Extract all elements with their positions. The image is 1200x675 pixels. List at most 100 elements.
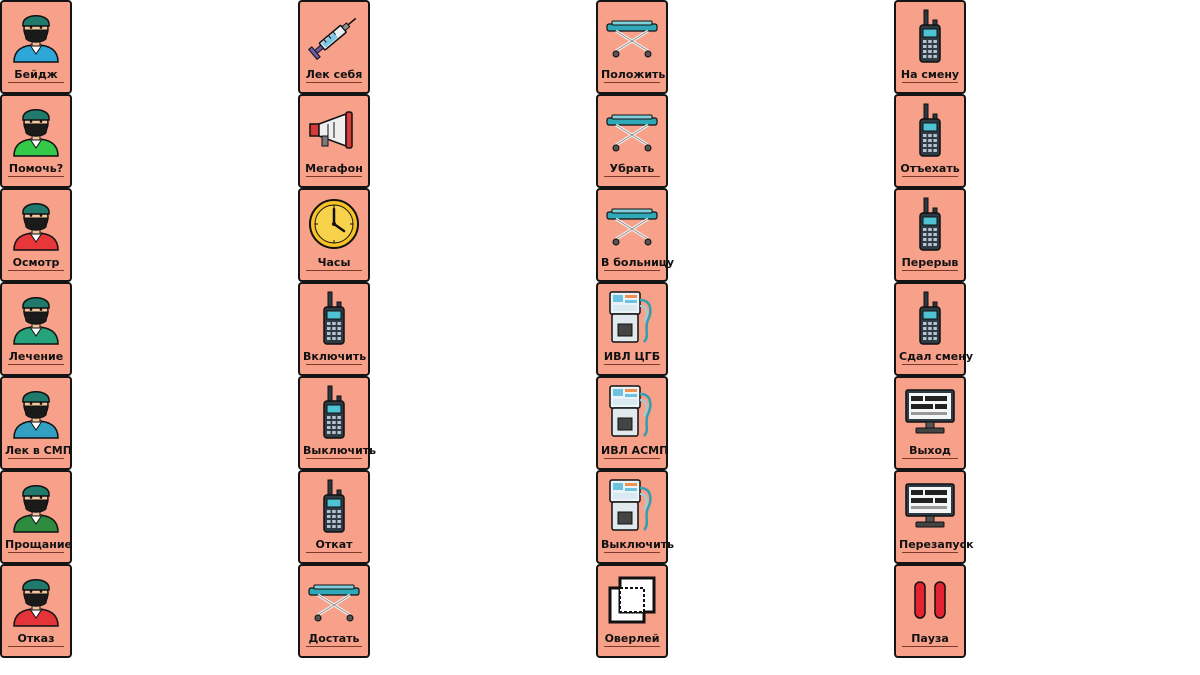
button-label: Оверлей (604, 632, 660, 645)
action-button[interactable]: Лечение (0, 282, 72, 376)
button-label: Бейдж (14, 68, 58, 81)
overlay-icon (604, 572, 660, 628)
button-label: Лек себя (305, 68, 363, 81)
button-label: Осмотр (12, 256, 60, 269)
radio-icon (902, 196, 958, 252)
label-underline (902, 552, 958, 553)
button-label: ИВЛ ЦГБ (603, 350, 661, 363)
button-label: Сдал смену (899, 350, 974, 363)
label-underline (306, 364, 362, 365)
action-button[interactable]: Выключить (596, 470, 675, 564)
radio-icon (902, 102, 958, 158)
action-button[interactable]: Убрать (596, 94, 668, 188)
action-button[interactable]: На смену (894, 0, 966, 94)
label-underline (604, 270, 660, 271)
action-button[interactable]: Часы (298, 188, 370, 282)
radio-icon (306, 384, 362, 440)
button-label: Прощание (5, 538, 72, 551)
doctor-icon (8, 384, 64, 440)
button-label: Отказ (17, 632, 55, 645)
action-button[interactable]: Сдал смену (894, 282, 974, 376)
ventilator-icon (604, 290, 660, 346)
button-label: Выключить (601, 538, 675, 551)
radio-icon (306, 290, 362, 346)
stretcher-icon (604, 102, 660, 158)
radio-icon (902, 8, 958, 64)
pause-icon (902, 572, 958, 628)
action-button[interactable]: Прощание (0, 470, 72, 564)
label-underline (306, 458, 362, 459)
label-underline (902, 176, 958, 177)
label-underline (902, 364, 958, 365)
button-label: Отъехать (900, 162, 960, 175)
button-label: Мегафон (305, 162, 363, 175)
button-label: Перезапуск (899, 538, 974, 551)
action-button[interactable]: Перерыв (894, 188, 966, 282)
button-label: ИВЛ АСМП (601, 444, 669, 457)
stretcher-icon (604, 8, 660, 64)
action-button[interactable]: Включить (298, 282, 370, 376)
button-label: Откат (315, 538, 353, 551)
syringe-icon (306, 8, 362, 64)
action-button[interactable]: Отказ (0, 564, 72, 658)
button-label: Достать (308, 632, 360, 645)
label-underline (902, 270, 958, 271)
label-underline (902, 82, 958, 83)
action-button[interactable]: Лек себя (298, 0, 370, 94)
action-button[interactable]: Перезапуск (894, 470, 974, 564)
action-button[interactable]: Достать (298, 564, 370, 658)
action-button[interactable]: Бейдж (0, 0, 72, 94)
button-label: Перерыв (901, 256, 959, 269)
button-label: Помочь? (8, 162, 64, 175)
ventilator-icon (604, 384, 660, 440)
action-button[interactable]: Помочь? (0, 94, 72, 188)
action-button[interactable]: Положить (596, 0, 668, 94)
doctor-icon (8, 478, 64, 534)
action-button[interactable]: Пауза (894, 564, 966, 658)
button-label: В больницу (601, 256, 675, 269)
label-underline (306, 82, 362, 83)
label-underline (8, 458, 64, 459)
action-button[interactable]: Оверлей (596, 564, 668, 658)
doctor-icon (8, 102, 64, 158)
button-label: Пауза (911, 632, 949, 645)
monitor-code-icon (902, 384, 958, 440)
action-button[interactable]: Лек в СМП (0, 376, 72, 470)
label-underline (8, 176, 64, 177)
label-underline (902, 458, 958, 459)
label-underline (8, 270, 64, 271)
button-label: Выключить (303, 444, 377, 457)
action-button[interactable]: В больницу (596, 188, 675, 282)
ventilator-icon (604, 478, 660, 534)
action-button[interactable]: Отъехать (894, 94, 966, 188)
monitor-code-icon (902, 478, 958, 534)
action-button[interactable]: ИВЛ ЦГБ (596, 282, 668, 376)
doctor-icon (8, 290, 64, 346)
megaphone-icon (306, 102, 362, 158)
doctor-icon (8, 8, 64, 64)
action-button[interactable]: Мегафон (298, 94, 370, 188)
button-label: Положить (601, 68, 666, 81)
button-label: Лечение (8, 350, 64, 363)
label-underline (8, 364, 64, 365)
clock-icon (306, 196, 362, 252)
button-label: Убрать (609, 162, 655, 175)
button-label: Включить (303, 350, 367, 363)
action-button[interactable]: Осмотр (0, 188, 72, 282)
label-underline (604, 176, 660, 177)
label-underline (8, 82, 64, 83)
radio-icon (306, 478, 362, 534)
label-underline (306, 646, 362, 647)
action-button[interactable]: ИВЛ АСМП (596, 376, 668, 470)
label-underline (604, 458, 660, 459)
button-label: Лек в СМП (5, 444, 72, 457)
action-button[interactable]: Откат (298, 470, 370, 564)
radio-icon (902, 290, 958, 346)
label-underline (8, 552, 64, 553)
button-label: На смену (900, 68, 960, 81)
action-button[interactable]: Выключить (298, 376, 377, 470)
label-underline (306, 176, 362, 177)
action-button[interactable]: Выход (894, 376, 966, 470)
button-label: Выход (909, 444, 951, 457)
label-underline (604, 552, 660, 553)
